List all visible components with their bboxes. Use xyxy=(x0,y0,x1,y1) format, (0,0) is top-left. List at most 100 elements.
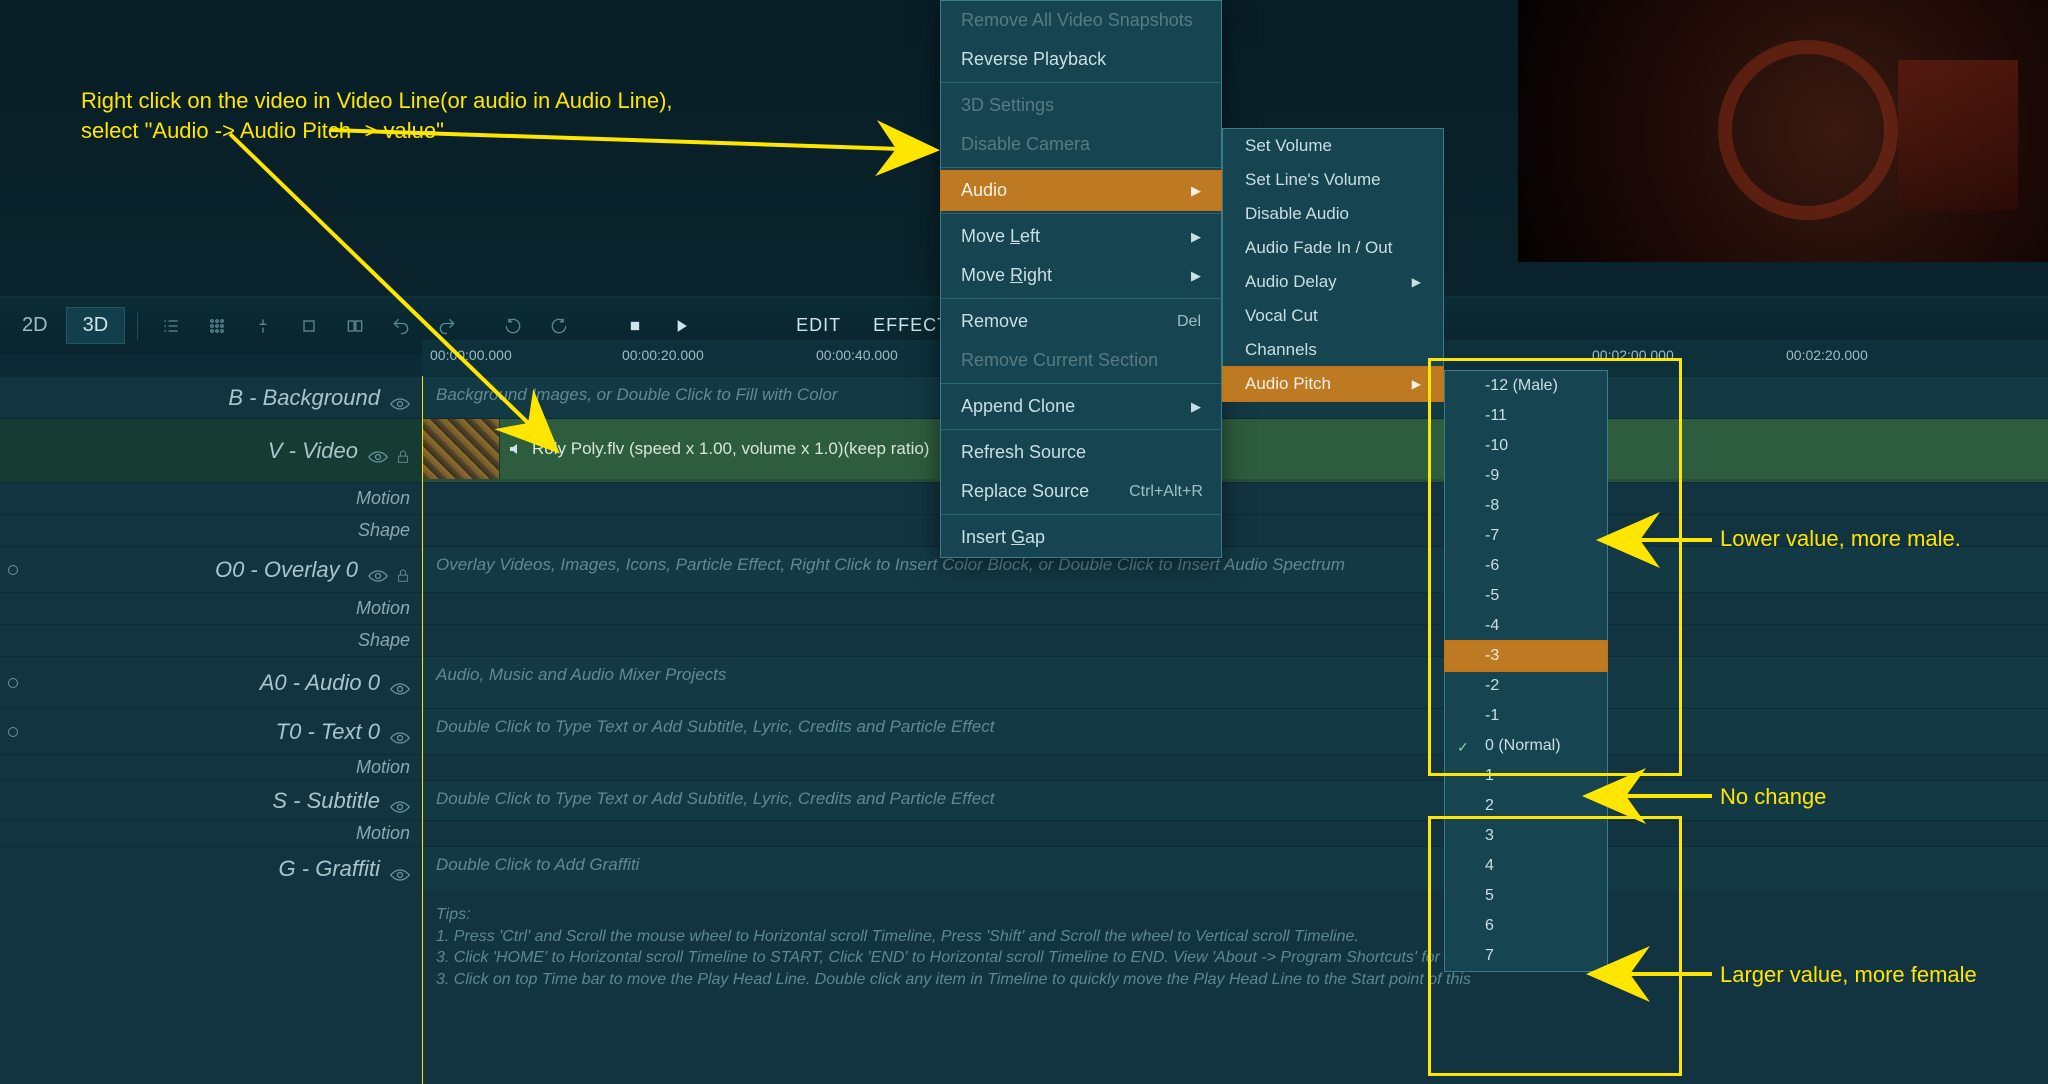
annotation-line2: select "Audio -> Audio Pitch -> value" xyxy=(81,118,444,143)
annotation-nochange: No change xyxy=(1720,782,1826,812)
crop-icon[interactable] xyxy=(293,310,325,342)
pitch-item-label: 0 (Normal) xyxy=(1485,737,1561,754)
pitch-item[interactable]: 7 xyxy=(1445,941,1607,971)
pitch-item-label: 3 xyxy=(1485,827,1494,844)
pitch-item[interactable]: -4 xyxy=(1445,611,1607,641)
pitch-item[interactable]: 3 xyxy=(1445,821,1607,851)
menu-insert-gap[interactable]: Insert Gap xyxy=(941,518,1221,557)
pitch-item-label: -4 xyxy=(1485,617,1499,634)
mode-2d-button[interactable]: 2D xyxy=(6,308,64,343)
redo-icon[interactable] xyxy=(431,310,463,342)
timeline-tips: Tips: 1. Press 'Ctrl' and Scroll the mou… xyxy=(436,904,1471,990)
playhead-line[interactable] xyxy=(422,376,423,1084)
edit-tab[interactable]: EDIT xyxy=(796,315,841,336)
pitch-item-label: -6 xyxy=(1485,557,1499,574)
track-audio0-header: A0 - Audio 0 xyxy=(0,657,422,708)
submenu-set-volume[interactable]: Set Volume xyxy=(1223,129,1443,163)
effect-tab[interactable]: EFFECT xyxy=(873,315,949,336)
track-text0-motion[interactable]: Motion xyxy=(0,754,2048,780)
submenu-set-line-volume[interactable]: Set Line's Volume xyxy=(1223,163,1443,197)
ruler-label-2: 00:00:40.000 xyxy=(816,347,898,363)
submenu-channels[interactable]: Channels xyxy=(1223,333,1443,367)
menu-reverse-playback[interactable]: Reverse Playback xyxy=(941,40,1221,79)
pitch-item[interactable]: -8 xyxy=(1445,491,1607,521)
menu-refresh-source[interactable]: Refresh Source xyxy=(941,433,1221,472)
submenu-audio-pitch[interactable]: Audio Pitch▶ xyxy=(1222,366,1444,402)
chevron-right-icon: ▶ xyxy=(1412,275,1421,289)
submenu-disable-audio[interactable]: Disable Audio xyxy=(1223,197,1443,231)
menu-move-left[interactable]: Move Left▶ xyxy=(941,217,1221,256)
eye-icon[interactable] xyxy=(390,862,410,876)
pitch-item[interactable]: -11 xyxy=(1445,401,1607,431)
pitch-item[interactable]: 5 xyxy=(1445,881,1607,911)
annotation-lower: Lower value, more male. xyxy=(1720,524,1961,554)
pitch-item-label: 6 xyxy=(1485,917,1494,934)
menu-remove[interactable]: RemoveDel xyxy=(941,302,1221,341)
track-subtitle-motion[interactable]: Motion xyxy=(0,820,2048,846)
menu-replace-source[interactable]: Replace SourceCtrl+Alt+R xyxy=(941,472,1221,511)
chevron-right-icon: ▶ xyxy=(1191,399,1201,415)
pitch-item[interactable]: 6 xyxy=(1445,911,1607,941)
menu-audio[interactable]: Audio▶ xyxy=(940,170,1222,211)
pitch-item[interactable]: 2 xyxy=(1445,791,1607,821)
pitch-item-label: -8 xyxy=(1485,497,1499,514)
pitch-item[interactable]: 4 xyxy=(1445,851,1607,881)
rotate-right-icon[interactable] xyxy=(543,310,575,342)
pitch-item[interactable]: -9 xyxy=(1445,461,1607,491)
preview-window xyxy=(1518,0,2048,262)
pitch-item[interactable]: -3 xyxy=(1444,640,1608,672)
stop-icon[interactable] xyxy=(619,310,651,342)
ruler-label-0: 00:00:00.000 xyxy=(430,347,512,363)
pitch-item-label: -1 xyxy=(1485,707,1499,724)
track-graffiti-hint: Double Click to Add Graffiti xyxy=(422,847,2048,883)
split-icon[interactable] xyxy=(339,310,371,342)
eye-icon[interactable] xyxy=(390,725,410,739)
pitch-item-label: -2 xyxy=(1485,677,1499,694)
submenu-fade[interactable]: Audio Fade In / Out xyxy=(1223,231,1443,265)
eye-icon[interactable] xyxy=(390,391,410,405)
ruler-label-4: 00:02:20.000 xyxy=(1786,347,1868,363)
lock-icon[interactable] xyxy=(396,563,410,577)
track-subtitle-header: S - Subtitle xyxy=(0,781,422,820)
submenu-vocal-cut[interactable]: Vocal Cut xyxy=(1223,299,1443,333)
undo-icon[interactable] xyxy=(385,310,417,342)
eye-icon[interactable] xyxy=(390,676,410,690)
menu-remove-all-snapshots: Remove All Video Snapshots xyxy=(941,1,1221,40)
pitch-item[interactable]: ✓ 0 (Normal) xyxy=(1445,731,1607,761)
video-clip[interactable]: Roly Poly.flv (speed x 1.00, volume x 1.… xyxy=(422,419,2048,479)
pitch-item[interactable]: -7 xyxy=(1445,521,1607,551)
track-text0-hint: Double Click to Type Text or Add Subtitl… xyxy=(422,709,2048,745)
pitch-item[interactable]: -6 xyxy=(1445,551,1607,581)
play-icon[interactable] xyxy=(665,310,697,342)
context-menu: Remove All Video Snapshots Reverse Playb… xyxy=(940,0,1222,558)
mode-3d-button[interactable]: 3D xyxy=(66,307,126,344)
pitch-item-label: 4 xyxy=(1485,857,1494,874)
snap-icon[interactable] xyxy=(247,310,279,342)
track-overlay0-motion[interactable]: Motion xyxy=(0,592,2048,624)
pitch-item[interactable]: -1 xyxy=(1445,701,1607,731)
track-text0[interactable]: T0 - Text 0 Double Click to Type Text or… xyxy=(0,708,2048,754)
pitch-item[interactable]: 1 xyxy=(1445,761,1607,791)
lock-icon[interactable] xyxy=(396,444,410,458)
pitch-item[interactable]: -2 xyxy=(1445,671,1607,701)
track-graffiti[interactable]: G - Graffiti Double Click to Add Graffit… xyxy=(0,846,2048,890)
rotate-left-icon[interactable] xyxy=(497,310,529,342)
track-overlay0-shape[interactable]: Shape xyxy=(0,624,2048,656)
check-icon: ✓ xyxy=(1457,739,1469,756)
pitch-item[interactable]: -12 (Male) xyxy=(1445,371,1607,401)
grid-icon[interactable] xyxy=(201,310,233,342)
eye-icon[interactable] xyxy=(390,794,410,808)
ruler-label-3: 00:02:00.000 xyxy=(1592,347,1674,363)
pitch-item-label: 1 xyxy=(1485,767,1494,784)
eye-icon[interactable] xyxy=(368,444,388,458)
annotation-instruction: Right click on the video in Video Line(o… xyxy=(81,86,673,145)
submenu-delay[interactable]: Audio Delay▶ xyxy=(1223,265,1443,299)
clip-thumbnail xyxy=(422,419,500,479)
list-icon[interactable] xyxy=(155,310,187,342)
menu-move-right[interactable]: Move Right▶ xyxy=(941,256,1221,295)
pitch-item[interactable]: -10 xyxy=(1445,431,1607,461)
track-audio0[interactable]: A0 - Audio 0 Audio, Music and Audio Mixe… xyxy=(0,656,2048,708)
pitch-item[interactable]: -5 xyxy=(1445,581,1607,611)
eye-icon[interactable] xyxy=(368,563,388,577)
menu-append-clone[interactable]: Append Clone▶ xyxy=(941,387,1221,426)
